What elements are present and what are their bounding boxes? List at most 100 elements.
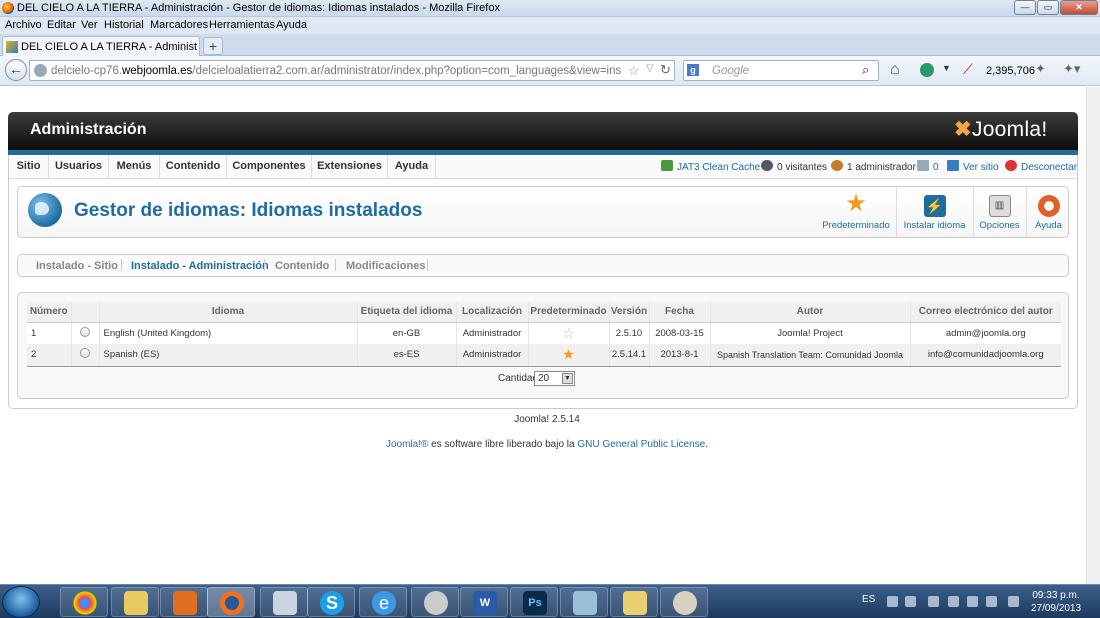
col-author[interactable]: Autor — [710, 302, 911, 323]
header-title: Administración — [30, 121, 147, 138]
gpl-link[interactable]: GNU General Public License — [577, 439, 705, 450]
tray-arrow-icon[interactable] — [887, 596, 898, 607]
start-button[interactable] — [2, 586, 40, 618]
monitor-icon — [947, 160, 959, 171]
limit-label: Cantidad — [498, 373, 539, 384]
scrollbar[interactable] — [1086, 87, 1100, 584]
url-bar[interactable]: delcielo-cp76.webjoomla.es/delcieloalati… — [29, 60, 675, 81]
col-email[interactable]: Correo electrónico del autor — [910, 302, 1061, 323]
row-default-cell: ☆ — [528, 322, 610, 344]
tab-installed-site[interactable]: Instalado - Sitio — [36, 260, 118, 272]
col-date[interactable]: Fecha — [649, 302, 711, 323]
url-dropdown-icon[interactable]: ▽ — [646, 63, 654, 74]
install-language-button[interactable]: ⚡ Instalar idioma — [896, 187, 972, 237]
tray-flag-icon[interactable] — [948, 596, 959, 607]
tab-overrides[interactable]: Modificaciones — [346, 260, 425, 272]
menu-historial[interactable]: Historial — [104, 19, 144, 31]
col-tag[interactable]: Etiqueta del idioma — [357, 302, 457, 323]
col-location[interactable]: Localización — [456, 302, 529, 323]
page-title: Gestor de idiomas: Idiomas instalados — [74, 200, 423, 221]
addon-icon[interactable] — [920, 63, 934, 77]
visitors-icon — [761, 160, 773, 171]
admin-menu: Sitio Usuarios Menús Contenido Component… — [9, 155, 1077, 179]
menu-marcadores[interactable]: Marcadores — [150, 19, 208, 31]
taskbar-media[interactable] — [160, 587, 208, 617]
row-location: Administrador — [456, 322, 529, 344]
col-default[interactable]: Predeterminado — [528, 302, 610, 323]
tab-content[interactable]: Contenido — [275, 260, 329, 272]
maximize-button[interactable]: ▭ — [1037, 0, 1059, 15]
default-star-empty-icon[interactable]: ☆ — [562, 325, 575, 341]
taskbar-ie[interactable]: e — [359, 587, 407, 617]
view-site-link[interactable]: Ver sitio — [947, 160, 999, 173]
default-button[interactable]: ★ Predeterminado — [818, 187, 894, 237]
menu-editar[interactable]: Editar — [47, 19, 76, 31]
menu-componentes[interactable]: Componentes — [227, 155, 312, 178]
addon-dropdown-icon[interactable]: ▼ — [942, 63, 951, 73]
folder-icon — [623, 591, 647, 615]
tray-app-icon[interactable] — [1008, 596, 1019, 607]
tray-volume-icon[interactable] — [986, 596, 997, 607]
google-icon[interactable]: g — [687, 64, 699, 76]
taskbar-folder[interactable] — [610, 587, 658, 617]
taskbar-chrome[interactable] — [60, 587, 108, 617]
clean-cache-link[interactable]: JAT3 Clean Cache — [661, 160, 760, 173]
menu-sitio[interactable]: Sitio — [9, 155, 49, 178]
language-indicator[interactable]: ES — [862, 594, 875, 605]
browser-tab[interactable]: DEL CIELO A LA TIERRA - Administració... — [2, 36, 200, 56]
menu-extensiones[interactable]: Extensiones — [312, 155, 388, 178]
taskbar-clock[interactable]: 09:33 p.m. 27/09/2013 — [1030, 589, 1082, 615]
messages-status[interactable]: 0 — [917, 160, 939, 173]
taskbar-explorer[interactable] — [111, 587, 159, 617]
menu-herramientas[interactable]: Herramientas — [209, 19, 275, 31]
new-tab-button[interactable]: + — [203, 37, 223, 55]
home-icon[interactable]: ⌂ — [890, 61, 900, 79]
submenu-tabs: Instalado - Sitio Instalado - Administra… — [17, 254, 1069, 277]
taskbar-skype[interactable]: S — [307, 587, 355, 617]
close-button[interactable]: ✕ — [1060, 0, 1098, 15]
menu-menus[interactable]: Menús — [109, 155, 160, 178]
alexa-icon[interactable]: ⟋ — [963, 61, 973, 78]
taskbar-firefox[interactable] — [207, 587, 255, 617]
taskbar-app[interactable] — [560, 587, 608, 617]
col-number[interactable]: Número — [27, 302, 72, 323]
help-button[interactable]: Ayuda — [1026, 187, 1070, 237]
menu-ayuda-admin[interactable]: Ayuda — [388, 155, 436, 178]
language-globe-icon — [28, 193, 62, 227]
tray-signal-icon[interactable] — [967, 596, 978, 607]
menu-ver[interactable]: Ver — [81, 19, 98, 31]
col-version[interactable]: Versión — [609, 302, 650, 323]
webcam-icon — [424, 591, 448, 615]
logout-link[interactable]: Desconectar — [1005, 160, 1077, 173]
extension-icon[interactable]: ✦ — [1035, 61, 1046, 77]
row-default-cell: ★ — [528, 344, 610, 367]
word-icon: W — [473, 591, 497, 615]
options-button[interactable]: ▥ Opciones — [973, 187, 1025, 237]
search-icon[interactable]: ⌕ — [862, 62, 869, 78]
taskbar-photoshop[interactable]: Ps — [510, 587, 558, 617]
extension-menu-icon[interactable]: ✦▾ — [1063, 61, 1080, 77]
minimize-button[interactable]: — — [1014, 0, 1036, 15]
firefox-icon — [2, 2, 14, 14]
row-radio[interactable] — [80, 326, 90, 337]
bookmark-star-icon[interactable]: ☆ — [628, 63, 640, 79]
admin-user-icon — [831, 160, 843, 171]
back-button[interactable]: ← — [5, 59, 27, 81]
tray-device-icon[interactable] — [928, 596, 939, 607]
row-radio[interactable] — [80, 348, 90, 359]
col-language[interactable]: Idioma — [99, 302, 358, 323]
tray-network-icon[interactable] — [905, 596, 916, 607]
search-bar[interactable]: g Google ⌕ — [683, 60, 879, 81]
tab-installed-admin[interactable]: Instalado - Administración — [131, 260, 269, 272]
menu-ayuda[interactable]: Ayuda — [276, 19, 307, 31]
taskbar-calculator[interactable] — [260, 587, 308, 617]
menu-usuarios[interactable]: Usuarios — [49, 155, 109, 178]
reload-icon[interactable]: ↻ — [660, 62, 671, 78]
taskbar-webcam[interactable] — [411, 587, 459, 617]
joomla-link[interactable]: Joomla!® — [386, 439, 428, 450]
taskbar-paint[interactable] — [660, 587, 708, 617]
limit-select[interactable]: 20 ▼ — [534, 371, 575, 386]
menu-contenido[interactable]: Contenido — [160, 155, 227, 178]
taskbar-word[interactable]: W — [460, 587, 508, 617]
menu-archivo[interactable]: Archivo — [5, 19, 42, 31]
